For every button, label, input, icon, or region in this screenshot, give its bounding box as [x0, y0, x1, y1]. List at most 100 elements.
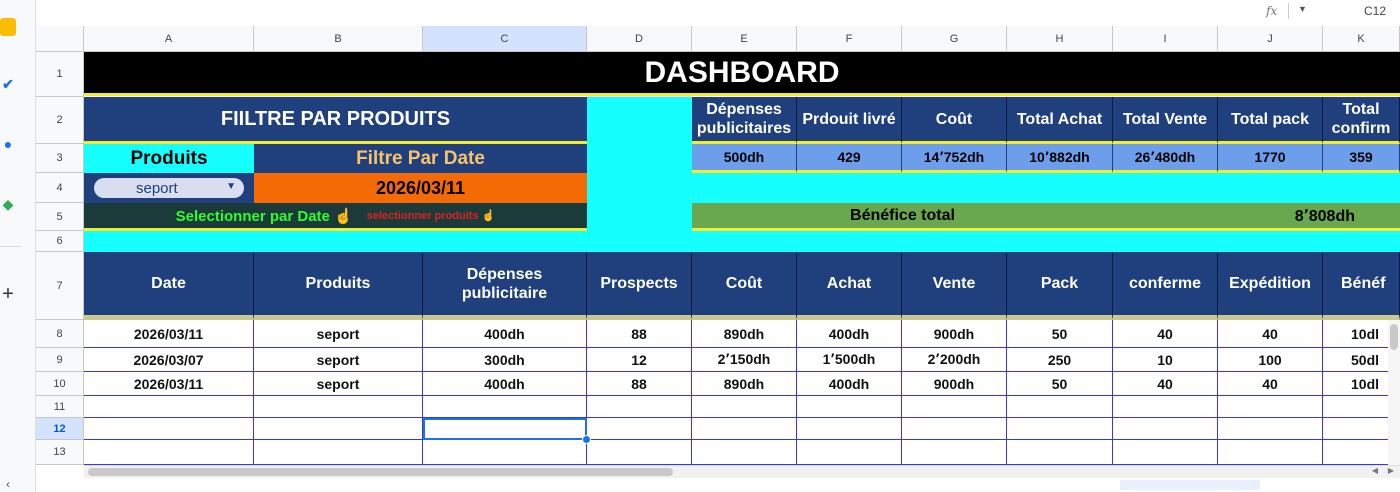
column-header-d[interactable]: D	[587, 26, 692, 52]
empty-cell[interactable]	[587, 440, 692, 465]
column-header-e[interactable]: E	[692, 26, 797, 52]
empty-cell[interactable]	[587, 418, 692, 440]
table-cell[interactable]: 40	[1113, 320, 1218, 348]
empty-cell[interactable]	[902, 418, 1007, 440]
empty-cell[interactable]	[797, 418, 902, 440]
table-cell[interactable]: 10	[1113, 348, 1218, 372]
column-header-a[interactable]: A	[84, 26, 254, 52]
table-cell[interactable]: 88	[587, 372, 692, 396]
empty-cell[interactable]	[254, 418, 423, 440]
chevron-down-icon[interactable]: ▼	[226, 181, 236, 192]
selection-handle[interactable]	[582, 435, 591, 444]
maps-icon[interactable]: ◆	[0, 196, 16, 212]
empty-cell[interactable]	[692, 440, 797, 465]
table-cell[interactable]: 400dh	[423, 320, 587, 348]
scroll-right-arrow-icon[interactable]: ▶	[1388, 466, 1394, 475]
row-header-6[interactable]: 6	[36, 231, 84, 252]
row-header-10[interactable]: 10	[36, 372, 84, 396]
table-cell[interactable]: 50	[1007, 320, 1113, 348]
empty-cell[interactable]	[1007, 440, 1113, 465]
empty-cell[interactable]	[84, 418, 254, 440]
column-header-j[interactable]: J	[1218, 26, 1323, 52]
row-header-1[interactable]: 1	[36, 52, 84, 97]
empty-cell[interactable]	[902, 440, 1007, 465]
row-header-11[interactable]: 11	[36, 396, 84, 418]
column-header-h[interactable]: H	[1007, 26, 1113, 52]
empty-cell[interactable]	[254, 396, 423, 418]
empty-cell[interactable]	[1218, 418, 1323, 440]
row-header-4[interactable]: 4	[36, 173, 84, 203]
empty-cell[interactable]	[84, 396, 254, 418]
empty-cell[interactable]	[1007, 418, 1113, 440]
column-header-b[interactable]: B	[254, 26, 423, 52]
empty-cell[interactable]	[254, 440, 423, 465]
column-header-g[interactable]: G	[902, 26, 1007, 52]
table-cell[interactable]: 400dh	[797, 372, 902, 396]
table-cell[interactable]: 250	[1007, 348, 1113, 372]
empty-cell[interactable]	[692, 396, 797, 418]
row-header-3[interactable]: 3	[36, 144, 84, 173]
column-header-i[interactable]: I	[1113, 26, 1218, 52]
horizontal-scrollbar[interactable]: ◀ ▶	[84, 465, 1400, 478]
empty-cell[interactable]	[1113, 440, 1218, 465]
table-cell[interactable]: 890dh	[692, 320, 797, 348]
empty-cell[interactable]	[1218, 396, 1323, 418]
keep-icon[interactable]	[0, 18, 16, 36]
table-cell[interactable]: 2026/03/11	[84, 372, 254, 396]
table-cell[interactable]: 12	[587, 348, 692, 372]
row-header-7[interactable]: 7	[36, 252, 84, 320]
scroll-left-arrow-icon[interactable]: ◀	[1372, 466, 1378, 475]
table-cell[interactable]: 890dh	[692, 372, 797, 396]
empty-cell[interactable]	[797, 440, 902, 465]
collapse-icon[interactable]: ‹	[0, 476, 16, 492]
table-cell[interactable]: 88	[587, 320, 692, 348]
table-cell[interactable]: 300dh	[423, 348, 587, 372]
table-cell[interactable]: 1٬500dh	[797, 348, 902, 372]
row-header-5[interactable]: 5	[36, 203, 84, 231]
table-cell[interactable]: 2٬150dh	[692, 348, 797, 372]
column-header-k[interactable]: K	[1323, 26, 1400, 52]
row-header-13[interactable]: 13	[36, 440, 84, 465]
table-cell[interactable]: 100	[1218, 348, 1323, 372]
table-cell[interactable]: 900dh	[902, 372, 1007, 396]
table-cell[interactable]: 40	[1218, 372, 1323, 396]
contacts-icon[interactable]: ●	[0, 136, 16, 152]
add-icon[interactable]: +	[0, 284, 16, 304]
vertical-scrollbar[interactable]	[1388, 320, 1400, 465]
column-header-f[interactable]: F	[797, 26, 902, 52]
header-corner[interactable]	[36, 26, 84, 52]
table-cell[interactable]: 40	[1218, 320, 1323, 348]
empty-cell[interactable]	[423, 440, 587, 465]
table-cell[interactable]: seport	[254, 348, 423, 372]
selected-cell-c12[interactable]	[423, 418, 587, 440]
product-select[interactable]: seport ▼	[94, 178, 244, 198]
table-cell[interactable]: seport	[254, 320, 423, 348]
empty-cell[interactable]	[84, 440, 254, 465]
empty-cell[interactable]	[1007, 396, 1113, 418]
empty-cell[interactable]	[1113, 396, 1218, 418]
empty-cell[interactable]	[797, 396, 902, 418]
tasks-icon[interactable]: ✔	[0, 76, 16, 92]
row-header-9[interactable]: 9	[36, 348, 84, 372]
row-header-8[interactable]: 8	[36, 320, 84, 348]
table-cell[interactable]: seport	[254, 372, 423, 396]
empty-cell[interactable]	[1113, 418, 1218, 440]
table-cell[interactable]: 50	[1007, 372, 1113, 396]
vertical-scroll-thumb[interactable]	[1390, 324, 1398, 350]
table-cell[interactable]: 400dh	[423, 372, 587, 396]
date-value[interactable]: 2026/03/11	[254, 173, 587, 203]
empty-cell[interactable]	[587, 396, 692, 418]
table-cell[interactable]: 40	[1113, 372, 1218, 396]
table-cell[interactable]: 2026/03/07	[84, 348, 254, 372]
empty-cell[interactable]	[692, 418, 797, 440]
horizontal-scroll-thumb[interactable]	[88, 468, 673, 476]
empty-cell[interactable]	[902, 396, 1007, 418]
column-header-c[interactable]: C	[423, 26, 587, 52]
chevron-down-icon[interactable]: ▼	[1298, 4, 1307, 14]
row-header-12[interactable]: 12	[36, 418, 84, 440]
row-header-2[interactable]: 2	[36, 97, 84, 144]
empty-cell[interactable]	[423, 396, 587, 418]
table-cell[interactable]: 2٬200dh	[902, 348, 1007, 372]
table-cell[interactable]: 400dh	[797, 320, 902, 348]
empty-cell[interactable]	[1218, 440, 1323, 465]
